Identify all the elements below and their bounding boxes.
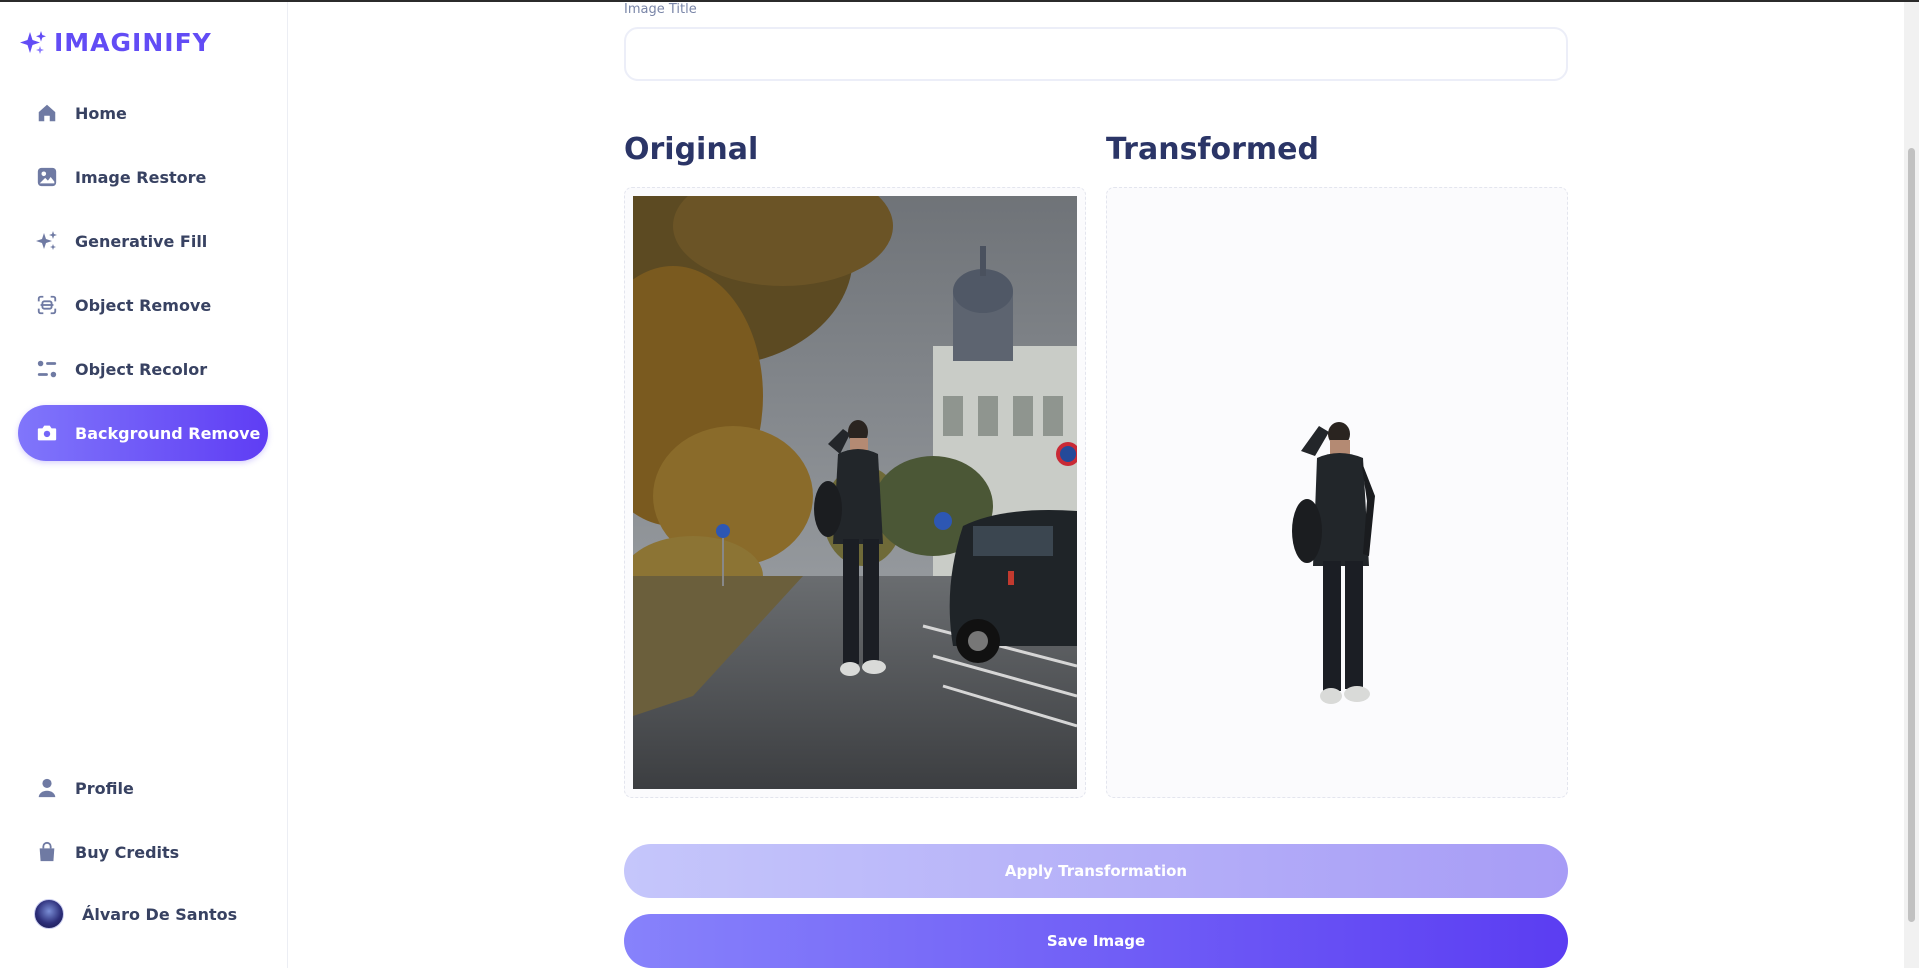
- sidebar-item-label: Background Remove: [75, 423, 261, 443]
- camera-icon: [35, 421, 59, 445]
- sparkle-logo-icon: [20, 30, 46, 54]
- sidebar-item-label: Buy Credits: [75, 842, 180, 862]
- sidebar-item-generative-fill[interactable]: Generative Fill: [18, 213, 268, 269]
- sidebar-item-label: Generative Fill: [75, 231, 208, 251]
- scrollbar-thumb[interactable]: [1908, 148, 1915, 922]
- sidebar-item-buy-credits[interactable]: Buy Credits: [18, 824, 268, 880]
- sidebar-item-home[interactable]: Home: [18, 85, 268, 141]
- sidebar-item-background-remove[interactable]: Background Remove: [18, 405, 268, 461]
- sidebar-item-label: Object Remove: [75, 295, 212, 315]
- home-icon: [35, 101, 59, 125]
- scan-icon: [35, 293, 59, 317]
- sidebar-item-object-recolor[interactable]: Object Recolor: [18, 341, 268, 397]
- image-icon: [35, 165, 59, 189]
- sidebar: IMAGINIFY Home Image Restore Generative …: [0, 2, 288, 968]
- bag-icon: [35, 840, 59, 864]
- sidebar-bottom-nav: Profile Buy Credits Álvaro De Santos: [18, 760, 268, 940]
- user-name: Álvaro De Santos: [82, 904, 238, 924]
- transformed-image: [1269, 420, 1399, 710]
- sidebar-item-label: Profile: [75, 778, 134, 798]
- page-scrollbar[interactable]: [1904, 2, 1919, 968]
- apply-transformation-button[interactable]: Apply Transformation: [624, 844, 1568, 898]
- sidebar-item-image-restore[interactable]: Image Restore: [18, 149, 268, 205]
- transformed-heading: Transformed: [1106, 132, 1319, 167]
- original-image-frame[interactable]: [624, 187, 1086, 798]
- filter-icon: [35, 357, 59, 381]
- sidebar-item-object-remove[interactable]: Object Remove: [18, 277, 268, 333]
- image-title-input[interactable]: [624, 27, 1568, 81]
- main-content: Image Title Original Transformed Apply T…: [289, 2, 1904, 968]
- sidebar-item-label: Home: [75, 103, 127, 123]
- app-name: IMAGINIFY: [54, 28, 212, 57]
- transformed-image-frame[interactable]: [1106, 187, 1568, 798]
- sidebar-item-profile[interactable]: Profile: [18, 760, 268, 816]
- original-heading: Original: [624, 132, 759, 167]
- sidebar-nav: Home Image Restore Generative Fill Objec…: [18, 85, 268, 469]
- avatar: [34, 899, 64, 929]
- stars-icon: [35, 229, 59, 253]
- sidebar-item-label: Image Restore: [75, 167, 207, 187]
- save-image-button[interactable]: Save Image: [624, 914, 1568, 968]
- app-logo[interactable]: IMAGINIFY: [20, 28, 212, 57]
- user-profile-button[interactable]: Álvaro De Santos: [18, 888, 268, 940]
- sidebar-item-label: Object Recolor: [75, 359, 208, 379]
- user-icon: [35, 776, 59, 800]
- original-image: [633, 196, 1077, 789]
- image-title-label: Image Title: [624, 2, 697, 17]
